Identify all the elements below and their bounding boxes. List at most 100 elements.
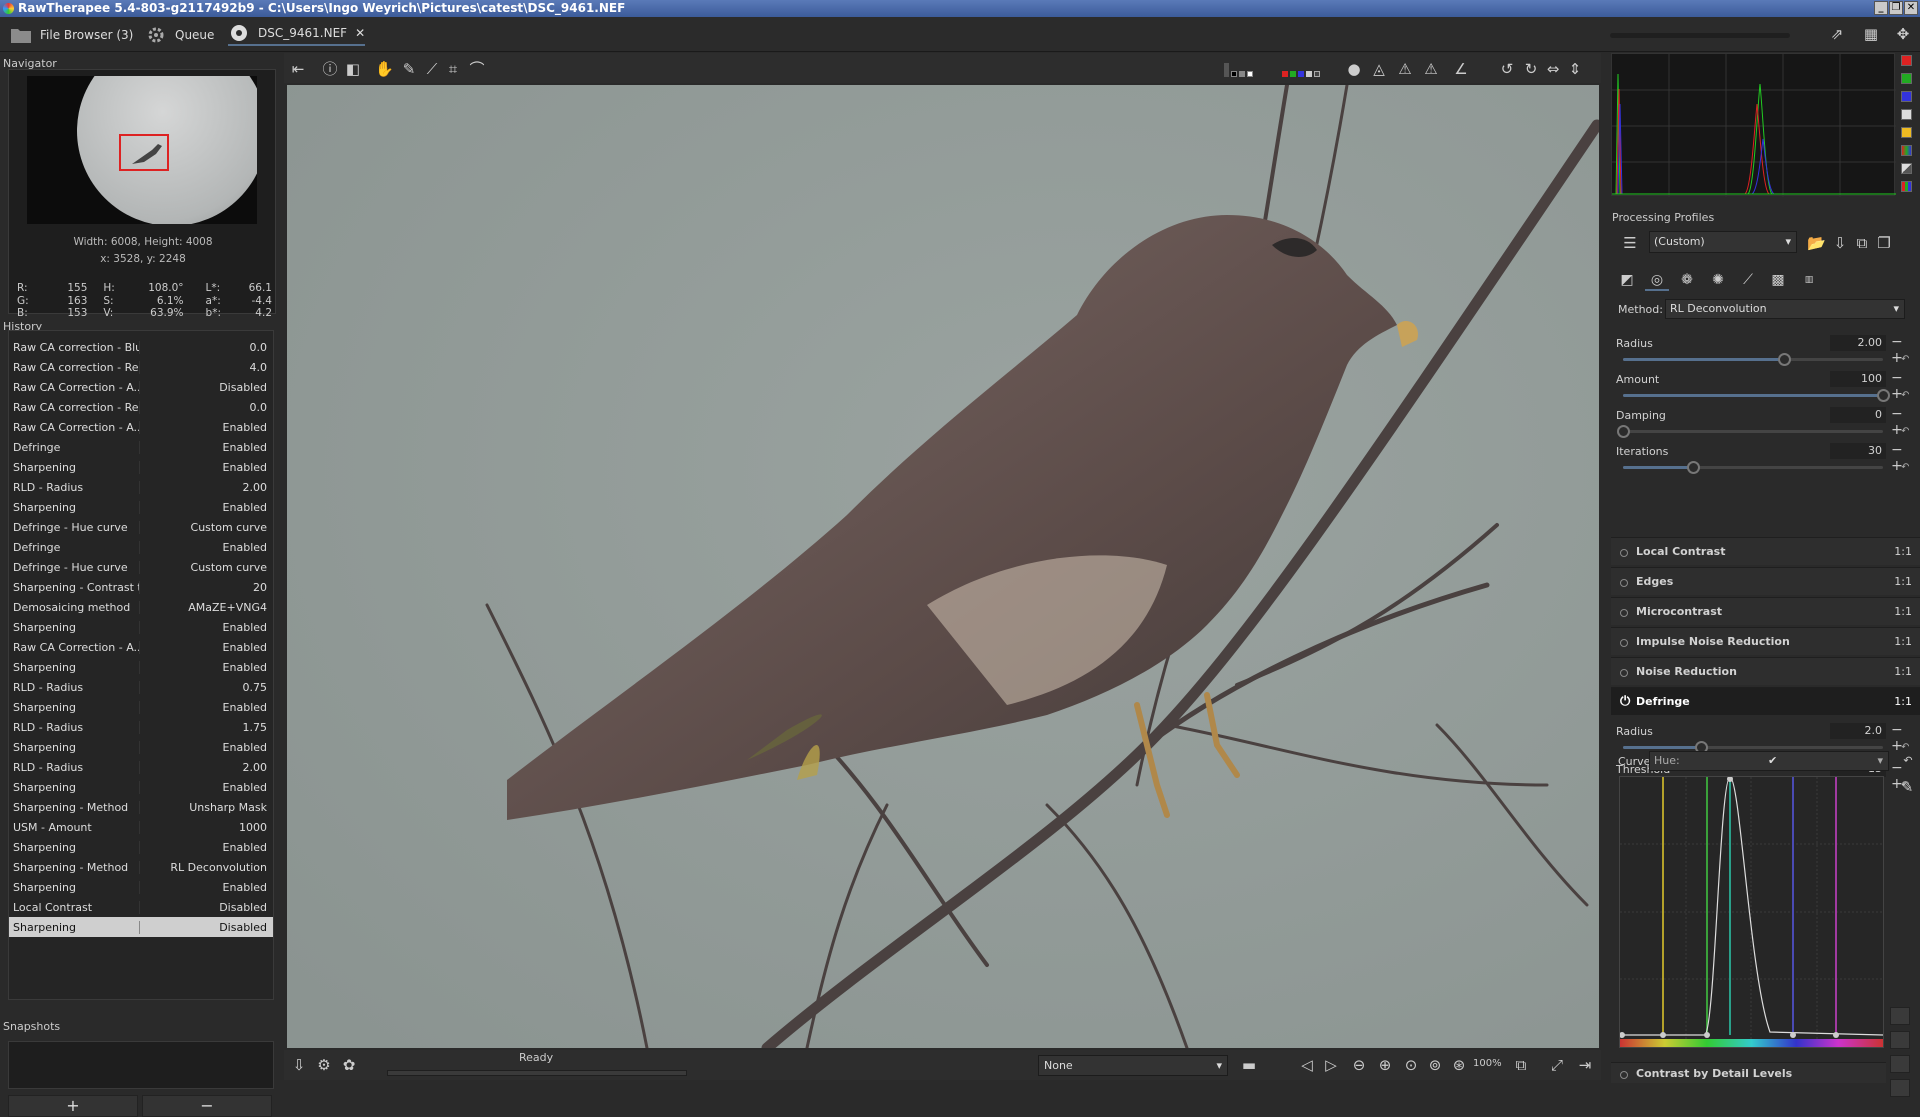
green-channel-icon[interactable] — [1290, 71, 1296, 77]
zoom-100-icon[interactable]: ⊛ — [1450, 1056, 1468, 1074]
close-button[interactable]: ✕ — [1904, 1, 1918, 15]
history-item[interactable]: Raw CA correction - Red 4.0 — [9, 357, 273, 377]
detail-tab-icon[interactable]: ◎ — [1645, 269, 1669, 291]
history-item[interactable]: Sharpening Enabled — [9, 777, 273, 797]
fullscreen-toggle-icon[interactable]: ⤢ — [1548, 1056, 1566, 1074]
info-icon[interactable]: ⓘ — [321, 60, 339, 78]
zoom-fit-icon[interactable]: ⊙ — [1402, 1056, 1420, 1074]
bg-theme-swatch[interactable] — [1224, 63, 1229, 77]
slider-track[interactable] — [1623, 741, 1883, 754]
history-item[interactable]: Defringe - Hue curve Custom curve — [9, 557, 273, 577]
history-item[interactable]: Sharpening Disabled — [9, 917, 273, 937]
navigator-thumbnail[interactable] — [27, 76, 257, 224]
defringe-section-header[interactable]: ⏻ Defringe 1:1 — [1611, 687, 1920, 715]
history-item[interactable]: Sharpening Enabled — [9, 737, 273, 757]
profile-select[interactable]: (Custom) ▾ — [1649, 231, 1797, 253]
section-header-edges[interactable]: Edges 1:1 — [1611, 567, 1920, 595]
flip-horizontal-icon[interactable]: ⇔ — [1544, 60, 1562, 78]
history-item[interactable]: Raw CA Correction - A... Disabled — [9, 377, 273, 397]
history-item[interactable]: Raw CA correction - Red 0.0 — [9, 397, 273, 417]
send-to-editor-icon[interactable]: ⇗ — [1828, 25, 1846, 43]
slider-radius[interactable]: Radius 2.00 −+ ↶ — [1611, 334, 1920, 371]
history-item[interactable]: Sharpening Enabled — [9, 657, 273, 677]
transform-tab-icon[interactable]: ⟋ — [1736, 269, 1760, 291]
fullscreen-icon[interactable]: ✥ — [1894, 25, 1912, 43]
navigator-viewport-rect[interactable] — [119, 134, 169, 171]
history-item[interactable]: Sharpening Enabled — [9, 617, 273, 637]
history-item[interactable]: Defringe - Hue curve Custom curve — [9, 517, 273, 537]
load-profile-icon[interactable]: 📂 — [1807, 234, 1826, 252]
white-balance-picker-icon[interactable]: ✎ — [400, 60, 418, 78]
slider-handle[interactable] — [1877, 389, 1890, 402]
histogram[interactable] — [1611, 53, 1896, 197]
profile-list-icon[interactable]: ☰ — [1621, 234, 1639, 252]
color-picker-icon[interactable]: ⌒ — [468, 60, 486, 78]
history-item[interactable]: Raw CA correction - Blue 0.0 — [9, 337, 273, 357]
paste-curve-icon[interactable] — [1890, 1031, 1910, 1049]
toggle-icon[interactable] — [1620, 669, 1628, 677]
crop-tool-icon[interactable]: ⌗ — [444, 60, 462, 78]
history-item[interactable]: Raw CA Correction - A... Enabled — [9, 417, 273, 437]
reset-icon[interactable]: ↶ — [1901, 354, 1909, 365]
flip-vertical-icon[interactable]: ⇕ — [1566, 60, 1584, 78]
load-curve-icon[interactable] — [1890, 1055, 1910, 1073]
slider-value-input[interactable]: 0 — [1830, 407, 1886, 423]
slider-value-input[interactable]: 2.0 — [1830, 723, 1886, 739]
section-header-impulse-noise-reduction[interactable]: Impulse Noise Reduction 1:1 — [1611, 627, 1920, 655]
remove-snapshot-button[interactable]: − — [142, 1095, 272, 1117]
zoom-out-icon[interactable]: ⊖ — [1350, 1056, 1368, 1074]
rotate-left-icon[interactable]: ↺ — [1498, 60, 1516, 78]
history-item[interactable]: RLD - Radius 2.00 — [9, 757, 273, 777]
history-item[interactable]: Sharpening - Method Unsharp Mask — [9, 797, 273, 817]
external-editor-icon[interactable]: ✿ — [340, 1056, 358, 1074]
copy-profile-icon[interactable]: ⧉ — [1853, 234, 1871, 252]
section-header-local-contrast[interactable]: Local Contrast 1:1 — [1611, 537, 1920, 565]
tab-image-editor[interactable]: DSC_9461.NEF ✕ — [228, 24, 366, 46]
shadow-clip-warning-icon[interactable]: ⚠ — [1396, 60, 1414, 78]
histogram-raw-toggle[interactable] — [1901, 145, 1912, 156]
slider-handle[interactable] — [1778, 353, 1792, 366]
tab-file-browser[interactable]: File Browser (3) — [10, 24, 133, 46]
highlight-clip-warning-icon[interactable]: ⚠ — [1422, 60, 1440, 78]
luminance-icon[interactable] — [1306, 71, 1312, 77]
bg-grey-swatch[interactable] — [1239, 71, 1245, 77]
power-icon[interactable]: ⏻ — [1620, 688, 1630, 716]
history-item[interactable]: Sharpening - Contrast t... 20 — [9, 577, 273, 597]
slider-iterations[interactable]: Iterations 30 −+ ↶ — [1611, 442, 1920, 479]
preview-mode-select[interactable]: None ▾ — [1038, 1055, 1228, 1076]
slider-handle[interactable] — [1617, 425, 1630, 438]
history-item[interactable]: Demosaicing method AMaZE+VNG4 — [9, 597, 273, 617]
histogram-lock-icon[interactable]: ∠ — [1452, 60, 1470, 78]
paste-profile-icon[interactable]: ❐ — [1875, 234, 1893, 252]
next-image-icon[interactable]: ▷ — [1322, 1056, 1340, 1074]
new-detail-window-icon[interactable]: ⧉ — [1512, 1056, 1530, 1074]
before-after-icon[interactable]: ◧ — [344, 60, 362, 78]
previous-image-icon[interactable]: ◁ — [1298, 1056, 1316, 1074]
wavelet-tab-icon[interactable]: ✺ — [1706, 269, 1730, 291]
copy-curve-icon[interactable] — [1890, 1007, 1910, 1025]
minimize-button[interactable]: _ — [1874, 1, 1888, 15]
hide-right-panel-icon[interactable]: ⇥ — [1576, 1056, 1594, 1074]
sharpening-method-select[interactable]: RL Deconvolution ▾ — [1665, 299, 1905, 319]
background-color-selector[interactable] — [1224, 63, 1253, 77]
blue-channel-icon[interactable] — [1298, 71, 1304, 77]
reset-icon[interactable]: ↶ — [1901, 426, 1909, 437]
toggle-icon[interactable] — [1620, 549, 1628, 557]
rotate-right-icon[interactable]: ↻ — [1522, 60, 1540, 78]
restore-button[interactable]: ❐ — [1889, 1, 1903, 15]
save-image-icon[interactable]: ⇩ — [290, 1056, 308, 1074]
history-item[interactable]: Sharpening Enabled — [9, 457, 273, 477]
hue-curve-editor[interactable] — [1619, 776, 1884, 1048]
slider-track[interactable] — [1623, 389, 1890, 402]
gamut-icon[interactable]: ◬ — [1370, 60, 1388, 78]
histogram-red-toggle[interactable] — [1901, 55, 1912, 66]
channel-preview-selector[interactable] — [1282, 71, 1320, 77]
histogram-luminance-toggle[interactable] — [1901, 109, 1912, 120]
history-item[interactable]: Sharpening Enabled — [9, 877, 273, 897]
bg-white-swatch[interactable] — [1247, 71, 1253, 77]
edit-node-icon[interactable]: ✎ — [1898, 778, 1916, 796]
slider-track[interactable] — [1623, 461, 1883, 474]
slider-value-input[interactable]: 100 — [1830, 371, 1886, 387]
history-item[interactable]: RLD - Radius 0.75 — [9, 677, 273, 697]
histogram-mode-toggle[interactable] — [1901, 181, 1912, 192]
